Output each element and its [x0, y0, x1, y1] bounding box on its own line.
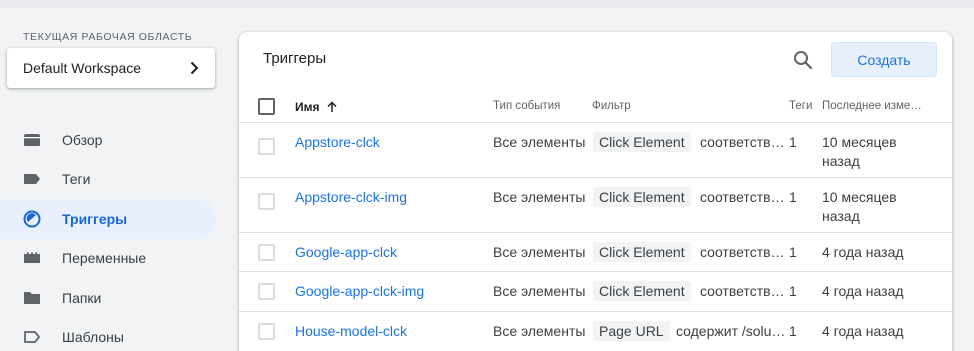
variables-icon: [23, 249, 41, 267]
create-button[interactable]: Создать: [831, 42, 937, 77]
filter-condition: соответств…: [700, 134, 785, 150]
triggers-table: Имя Тип события Фильтр Теги Последнее из…: [239, 90, 952, 351]
trigger-name-link[interactable]: House-model-clck: [295, 323, 407, 339]
event-type: Все элементы: [493, 134, 586, 150]
filter-variable-chip: Click Element: [593, 242, 691, 262]
folder-icon: [23, 289, 41, 307]
triggers-panel: Триггеры Создать Имя Тип события Фильтр …: [239, 32, 952, 351]
trigger-name-link[interactable]: Google-app-clck-img: [295, 283, 424, 299]
filter-condition: соответств…: [700, 244, 785, 260]
filter-variable-chip: Page URL: [593, 321, 670, 341]
sidebar: ТЕКУЩАЯ РАБОЧАЯ ОБЛАСТЬ Default Workspac…: [0, 8, 232, 351]
table-row[interactable]: Appstore-clck Все элементы Click Element…: [239, 123, 952, 178]
event-type: Все элементы: [493, 244, 586, 260]
sidebar-item-label: Шаблоны: [62, 329, 124, 346]
row-checkbox[interactable]: [258, 193, 275, 210]
row-checkbox[interactable]: [258, 283, 275, 300]
sidebar-item-label: Обзор: [62, 131, 103, 148]
table-row[interactable]: House-model-clck Все элементы Page URL с…: [239, 312, 952, 351]
sidebar-nav: Обзор Теги Триггеры Переменные Папки Шаб…: [0, 120, 216, 351]
column-header-name-label: Имя: [295, 100, 320, 114]
page-title: Триггеры: [263, 50, 327, 67]
filter-variable-chip: Click Element: [593, 132, 691, 152]
sidebar-item-variables[interactable]: Переменные: [0, 239, 216, 279]
tags-count: 1: [789, 189, 797, 205]
event-type: Все элементы: [493, 323, 586, 339]
row-checkbox[interactable]: [258, 323, 275, 340]
trigger-name-link[interactable]: Appstore-clck: [295, 134, 380, 150]
last-modified: 10 месяцев назад: [822, 134, 897, 169]
event-type: Все элементы: [493, 189, 586, 205]
template-label-icon: [23, 328, 41, 346]
sidebar-item-label: Триггеры: [62, 210, 128, 227]
row-checkbox[interactable]: [258, 138, 275, 155]
table-header: Имя Тип события Фильтр Теги Последнее из…: [239, 90, 952, 123]
filter-condition: соответств…: [700, 189, 785, 205]
trigger-name-link[interactable]: Google-app-clck: [295, 244, 397, 260]
table-row[interactable]: Google-app-clck-img Все элементы Click E…: [239, 272, 952, 312]
sidebar-item-label: Папки: [62, 289, 102, 306]
last-modified: 4 года назад: [822, 244, 904, 260]
table-row[interactable]: Appstore-clck-img Все элементы Click Ele…: [239, 178, 952, 233]
sidebar-item-label: Переменные: [62, 250, 147, 267]
filter-variable-chip: Click Element: [593, 281, 691, 301]
select-all-checkbox[interactable]: [258, 98, 275, 115]
event-type: Все элементы: [493, 283, 586, 299]
workspace-name: Default Workspace: [23, 60, 142, 76]
workspace-label: ТЕКУЩАЯ РАБОЧАЯ ОБЛАСТЬ: [23, 31, 193, 43]
search-icon[interactable]: [792, 49, 814, 71]
top-bar: [0, 0, 974, 8]
trigger-name-link[interactable]: Appstore-clck-img: [295, 189, 407, 205]
folder-tab-icon: [23, 131, 41, 149]
last-modified: 10 месяцев назад: [822, 189, 897, 224]
last-modified: 4 года назад: [822, 323, 904, 339]
tags-count: 1: [789, 283, 797, 299]
sidebar-item-templates[interactable]: Шаблоны: [0, 318, 216, 351]
filter-variable-chip: Click Element: [593, 187, 691, 207]
sidebar-item-overview[interactable]: Обзор: [0, 120, 216, 160]
last-modified: 4 года назад: [822, 283, 904, 299]
tags-count: 1: [789, 134, 797, 150]
column-header-modified[interactable]: Последнее изме…: [822, 100, 922, 112]
sidebar-item-tags[interactable]: Теги: [0, 160, 216, 200]
sort-arrow-up-icon: [326, 101, 337, 112]
column-header-tags[interactable]: Теги: [789, 100, 812, 112]
tags-count: 1: [789, 323, 797, 339]
chevron-right-icon: [190, 61, 199, 75]
tag-icon: [23, 170, 41, 188]
filter-condition: содержит /solu…: [676, 323, 786, 339]
column-header-event-type[interactable]: Тип события: [493, 100, 560, 112]
sidebar-item-triggers[interactable]: Триггеры: [0, 199, 216, 239]
trigger-icon: [23, 210, 41, 228]
table-row[interactable]: Google-app-clck Все элементы Click Eleme…: [239, 233, 952, 272]
tags-count: 1: [789, 244, 797, 260]
sidebar-item-folders[interactable]: Папки: [0, 278, 216, 318]
column-header-filter[interactable]: Фильтр: [592, 100, 631, 112]
workspace-selector[interactable]: Default Workspace: [7, 48, 215, 88]
column-header-name[interactable]: Имя: [295, 100, 338, 114]
sidebar-item-label: Теги: [62, 171, 91, 188]
row-checkbox[interactable]: [258, 244, 275, 261]
filter-condition: соответств…: [700, 283, 785, 299]
